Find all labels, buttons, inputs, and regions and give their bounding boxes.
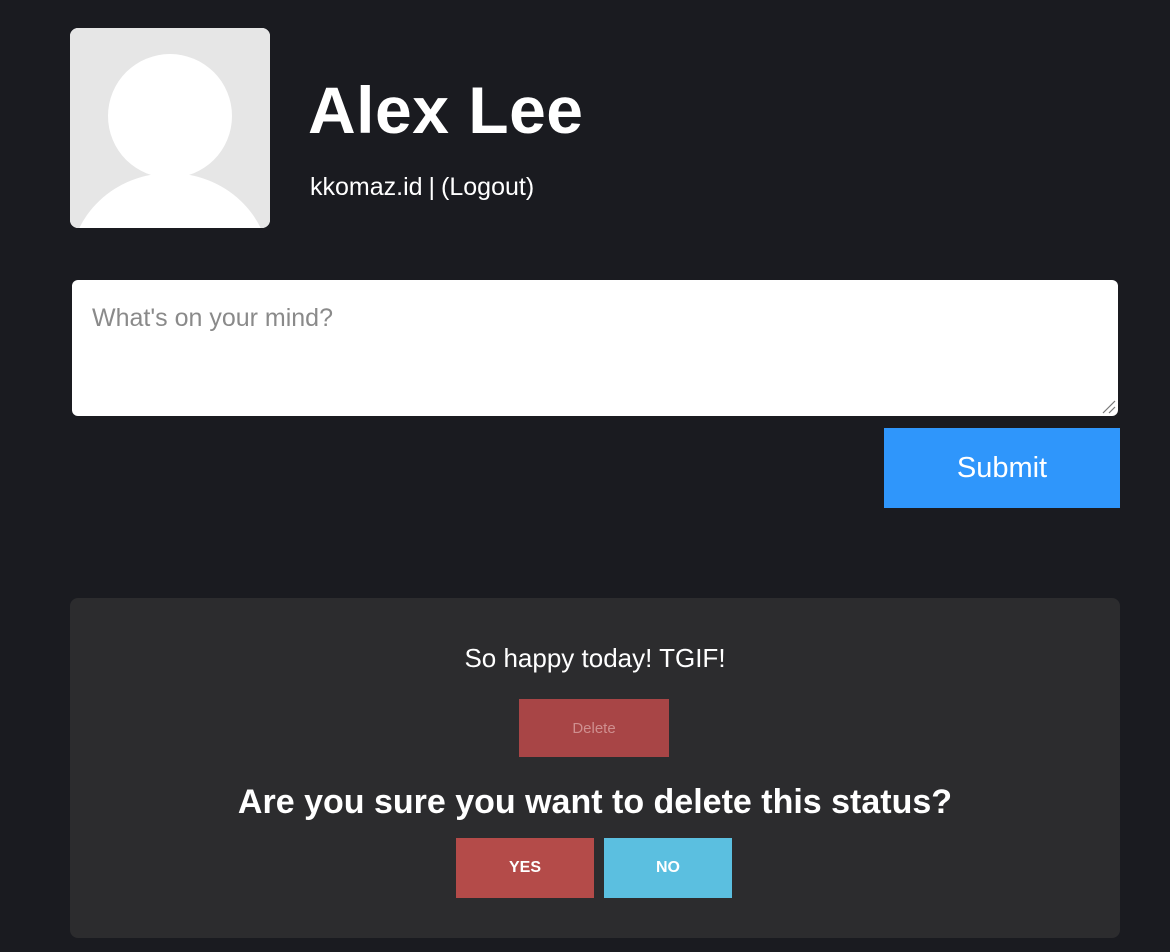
confirm-no-button[interactable]: NO	[604, 838, 732, 898]
resize-handle-icon[interactable]	[1100, 398, 1116, 414]
user-meta: kkomaz.id | (Logout)	[310, 172, 534, 202]
default-user-avatar-icon	[70, 28, 270, 228]
meta-separator: |	[428, 173, 436, 201]
status-text: So happy today! TGIF!	[464, 643, 726, 673]
submit-button[interactable]: Submit	[884, 428, 1120, 508]
status-input[interactable]	[72, 280, 1118, 416]
username: kkomaz.id	[310, 173, 423, 201]
delete-button[interactable]: Delete	[519, 699, 669, 757]
avatar	[70, 28, 270, 228]
profile-page: Alex Lee kkomaz.id|(Logout) Submit So ha…	[0, 0, 1170, 952]
logout-link[interactable]: (Logout)	[441, 173, 534, 201]
delete-confirm-prompt: Are you sure you want to delete this sta…	[237, 783, 953, 821]
status-card: So happy today! TGIF! Delete Are you sur…	[70, 598, 1120, 938]
confirm-yes-button[interactable]: YES	[456, 838, 594, 898]
user-name: Alex Lee	[308, 73, 584, 147]
